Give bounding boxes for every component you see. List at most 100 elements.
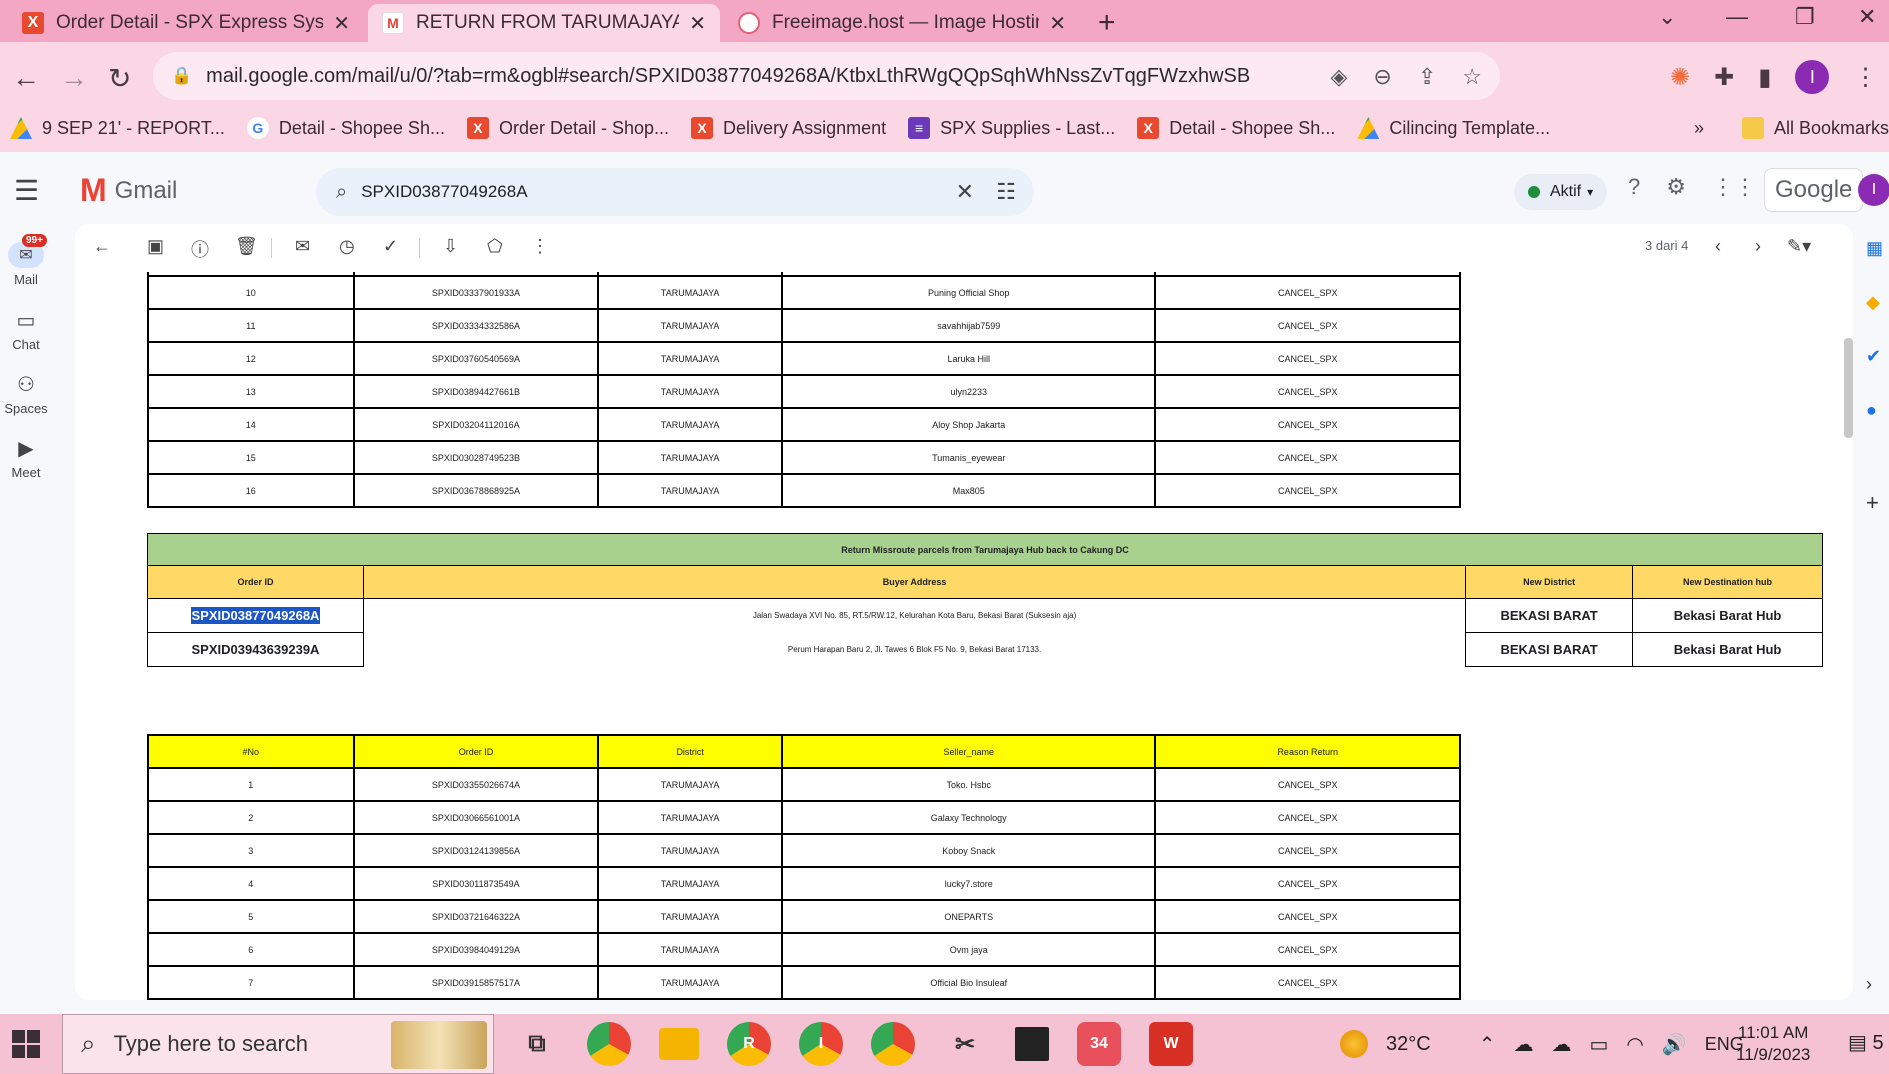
back-to-list-icon[interactable]: ← (93, 236, 111, 257)
older-icon[interactable]: › (1755, 236, 1761, 257)
close-icon[interactable]: ✕ (689, 11, 706, 36)
archive-icon[interactable]: ▣ (147, 236, 164, 257)
chevron-up-icon[interactable]: ⌃ (1479, 1032, 1496, 1057)
address-bar[interactable]: 🔒 mail.google.com/mail/u/0/?tab=rm&ogbl#… (153, 52, 1500, 100)
share-icon[interactable]: ⇪ (1418, 64, 1436, 90)
search-icon[interactable]: ⌕ (336, 181, 347, 204)
extension-icon[interactable]: ✺ (1670, 63, 1690, 92)
scrollbar-thumb[interactable] (1844, 338, 1853, 438)
contacts-icon[interactable]: ● (1866, 400, 1877, 421)
cell-no: 3 (147, 833, 355, 868)
clear-search-icon[interactable]: ✕ (956, 179, 974, 205)
bookmark-item[interactable]: 9 SEP 21' - REPORT... (10, 117, 225, 139)
notifications-icon[interactable]: ▤ 5 (1848, 1030, 1884, 1055)
mark-unread-icon[interactable]: ✉ (295, 236, 310, 257)
task-view-icon[interactable]: ⧉ (515, 1022, 559, 1066)
rail-chat[interactable]: ▭ Chat (0, 308, 52, 352)
google-account-logo[interactable]: Google (1764, 168, 1864, 212)
bookmark-item[interactable]: ≡ SPX Supplies - Last... (908, 117, 1115, 139)
lens-icon[interactable]: ◈ (1330, 64, 1347, 90)
gmail-logo[interactable]: M Gmail (80, 172, 177, 209)
snipping-tool-icon[interactable]: ✂ (943, 1022, 987, 1066)
close-icon[interactable]: ✕ (1049, 11, 1066, 36)
profile-avatar[interactable]: I (1795, 60, 1830, 94)
chrome-profile-i-icon[interactable]: I (799, 1022, 843, 1066)
tab-search-chevron-icon[interactable]: ⌄ (1658, 4, 1676, 30)
tab-return-tarumajaya[interactable]: M RETURN FROM TARUMAJAYA H ✕ (368, 4, 720, 42)
taskbar-search[interactable]: ⌕ Type here to search (62, 1014, 494, 1074)
calendar-icon[interactable]: ▦ (1866, 238, 1883, 259)
delete-icon[interactable]: 🗑 (235, 236, 258, 257)
battery-icon[interactable]: ▭ (1589, 1032, 1608, 1057)
star-icon[interactable]: ☆ (1462, 64, 1482, 90)
clock[interactable]: 11:01 AM 11/9/2023 (1736, 1022, 1810, 1066)
forward-icon[interactable]: → (60, 62, 88, 94)
rail-spaces[interactable]: ⚇ Spaces (0, 372, 52, 416)
account-avatar[interactable]: I (1858, 174, 1889, 206)
bookmark-item[interactable]: X Detail - Shopee Sh... (1137, 117, 1335, 139)
tasks-icon[interactable]: ✔ (1866, 346, 1881, 367)
main-menu-icon[interactable]: ☰ (14, 174, 39, 207)
back-icon[interactable]: ← (12, 62, 40, 94)
order-id-cell[interactable]: SPXID03877049268A (147, 598, 364, 633)
wps-icon[interactable]: W (1149, 1022, 1193, 1066)
newer-icon[interactable]: ‹ (1715, 236, 1721, 257)
tab-freeimage[interactable]: Freeimage.host — Image Hostin ✕ (724, 4, 1080, 42)
expand-panel-icon[interactable]: › (1866, 974, 1872, 995)
bookmarks-overflow[interactable]: » (1694, 118, 1704, 139)
scrollbar[interactable] (1844, 272, 1853, 1000)
chat-app-icon[interactable]: 34 (1077, 1022, 1121, 1066)
add-task-icon[interactable]: ✓ (383, 236, 398, 257)
report-spam-icon[interactable]: ⓘ (191, 236, 209, 262)
bookmark-item[interactable]: X Order Detail - Shop... (466, 117, 669, 139)
tab-order-detail[interactable]: X Order Detail - SPX Express Syste ✕ (8, 4, 364, 42)
help-icon[interactable]: ? (1628, 174, 1640, 200)
bookmark-item[interactable]: X Delivery Assignment (691, 117, 886, 139)
snooze-icon[interactable]: ◷ (339, 236, 355, 257)
all-bookmarks[interactable]: All Bookmarks (1742, 117, 1889, 139)
volume-icon[interactable]: 🔊 (1662, 1032, 1687, 1057)
more-options-icon[interactable]: ⋮ (531, 236, 549, 257)
close-window-icon[interactable]: ✕ (1858, 4, 1876, 30)
reload-icon[interactable]: ↻ (108, 62, 131, 95)
new-tab-icon[interactable]: + (1098, 6, 1116, 40)
onedrive-icon[interactable]: ☁ (1513, 1032, 1533, 1057)
sticky-notes-icon[interactable] (1015, 1027, 1049, 1061)
cell-reason: CANCEL_SPX (1154, 965, 1461, 1000)
cloud-offline-icon[interactable]: ☁ (1551, 1032, 1571, 1057)
cell-reason: CANCEL_SPX (1154, 341, 1461, 376)
chrome-profile-r-icon[interactable]: R (727, 1022, 771, 1066)
restore-icon[interactable]: ❐ (1795, 4, 1815, 30)
weather-icon[interactable] (1340, 1030, 1368, 1058)
status-selector[interactable]: Aktif ▾ (1514, 174, 1608, 210)
puzzle-icon[interactable]: ✚ (1714, 63, 1734, 92)
table-row: 10 SPXID03337901933A TARUMAJAYA Puning Offi… (147, 275, 1461, 310)
temperature[interactable]: 32°C (1386, 1033, 1431, 1056)
label-icon[interactable]: ⬠ (487, 236, 503, 257)
search-options-icon[interactable]: ☷ (996, 179, 1016, 205)
apps-grid-icon[interactable]: ⋮⋮ (1712, 174, 1756, 200)
input-tools-icon[interactable]: ✎▾ (1787, 236, 1811, 257)
chrome-icon[interactable] (871, 1022, 915, 1066)
zoom-icon[interactable]: ⊖ (1373, 64, 1391, 90)
windows-start-icon[interactable] (12, 1030, 40, 1058)
gear-icon[interactable]: ⚙ (1666, 174, 1686, 200)
add-addon-icon[interactable]: + (1866, 490, 1879, 516)
rail-meet[interactable]: ▶ Meet (0, 436, 52, 480)
wifi-icon[interactable]: ◠ (1626, 1032, 1643, 1057)
bookmark-item[interactable]: Cilincing Template... (1357, 117, 1550, 139)
keep-icon[interactable]: ◆ (1866, 292, 1880, 313)
cell-order-id: SPXID03124139856A (352, 833, 600, 868)
menu-icon[interactable]: ⋮ (1853, 63, 1877, 92)
rail-mail[interactable]: ✉ 99+ Mail (0, 234, 52, 287)
move-to-icon[interactable]: ⇩ (443, 236, 458, 257)
minimize-icon[interactable]: — (1726, 4, 1748, 30)
file-explorer-icon[interactable] (659, 1028, 699, 1060)
side-panel-icon[interactable]: ▮ (1758, 63, 1771, 92)
cell-no: 14 (147, 407, 355, 442)
mail-search-input[interactable]: ⌕ SPXID03877049268A ✕ ☷ (316, 168, 1034, 216)
selected-order-id[interactable]: SPXID03877049268A (190, 607, 321, 624)
bookmark-item[interactable]: G Detail - Shopee Sh... (246, 117, 445, 139)
close-icon[interactable]: ✕ (333, 11, 350, 36)
chrome-icon[interactable] (587, 1022, 631, 1066)
